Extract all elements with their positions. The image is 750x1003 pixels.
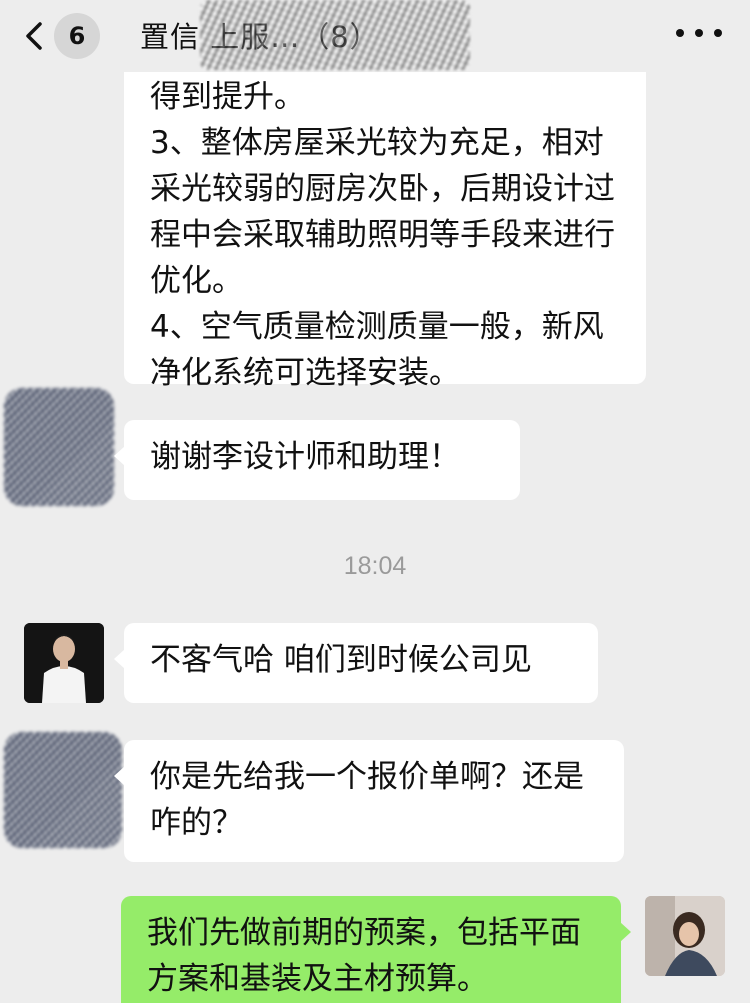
chat-screen: 6 置信 上服…（8） 得到提升。 3、整体房屋采光较为充足，相对采光较弱的厨房…	[0, 0, 750, 1003]
avatar-designer[interactable]	[24, 623, 104, 703]
message-timestamp: 18:04	[343, 552, 407, 580]
unread-count-badge: 6	[54, 13, 100, 59]
avatar-self[interactable]	[645, 896, 725, 976]
chevron-left-icon	[26, 22, 42, 50]
message-bubble-incoming[interactable]: 你是先给我一个报价单啊？还是咋的？	[114, 740, 624, 862]
more-dot-icon	[676, 29, 684, 37]
chat-header: 6 置信 上服…（8）	[0, 0, 750, 72]
more-dot-icon	[714, 29, 722, 37]
person-photo-icon	[24, 623, 104, 703]
message-bubble-outgoing[interactable]: 我们先做前期的预案，包括平面方案和基装及主材预算。	[121, 896, 631, 1003]
avatar-redacted[interactable]	[4, 732, 122, 848]
message-bubble-incoming[interactable]: 得到提升。 3、整体房屋采光较为充足，相对采光较弱的厨房次卧，后期设计过程中会采…	[124, 62, 646, 391]
more-dot-icon	[695, 29, 703, 37]
title-redaction	[200, 0, 470, 70]
message-bubble-incoming[interactable]: 不客气哈 咱们到时候公司见	[114, 623, 598, 703]
back-button[interactable]: 6	[18, 8, 100, 64]
person-photo-icon	[645, 896, 725, 976]
message-bubble-incoming[interactable]: 谢谢李设计师和助理！	[114, 420, 520, 500]
avatar-redacted[interactable]	[4, 388, 114, 506]
more-options-button[interactable]	[676, 18, 722, 48]
